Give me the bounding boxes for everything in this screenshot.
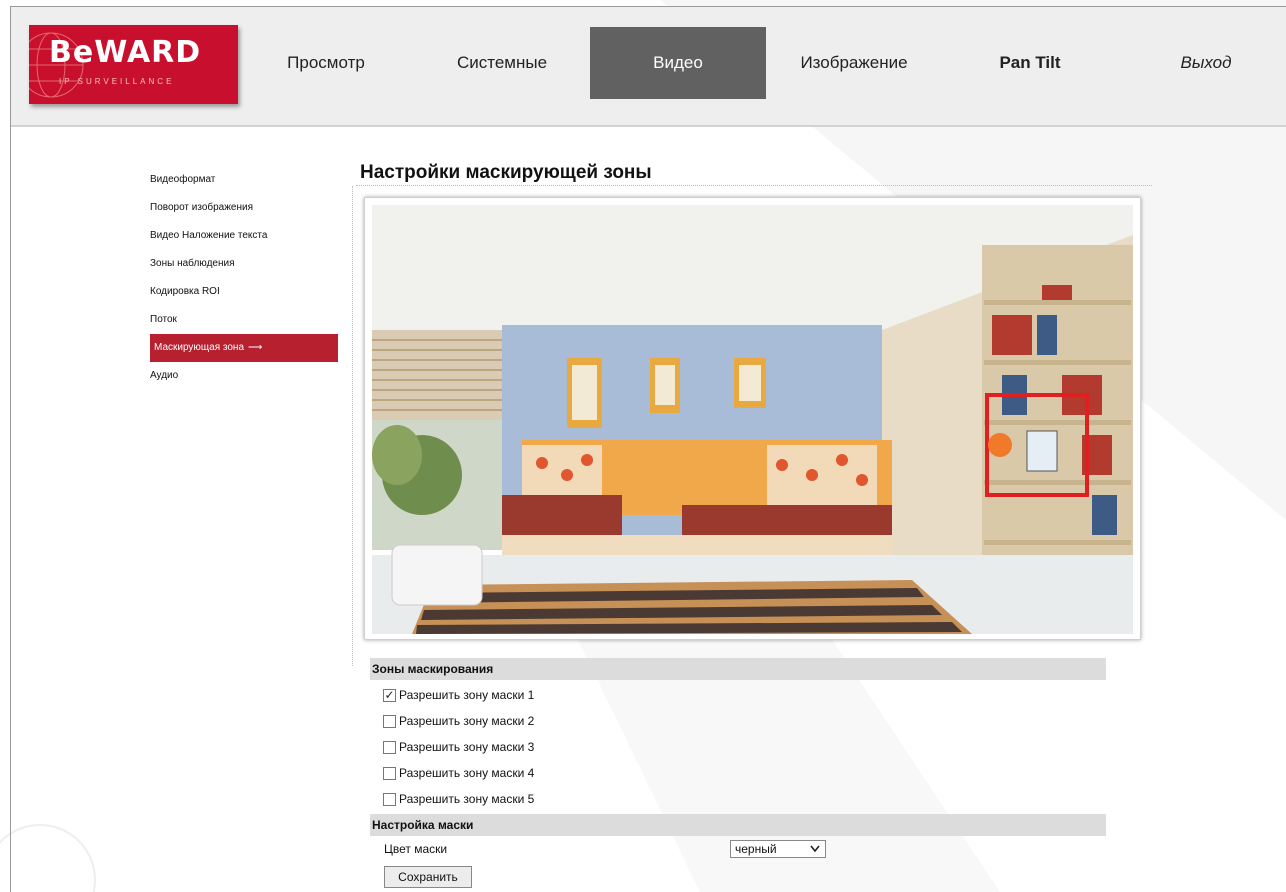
mask-color-value: черный [735,842,777,856]
zone-2-label: Разрешить зону маски 2 [399,714,535,728]
divider [356,185,1152,186]
zone-1-checkbox[interactable]: ✓ [383,688,396,702]
sidebar: Видеоформат Поворот изображения Видео На… [150,166,338,390]
sidebar-item-observation-zones[interactable]: Зоны наблюдения [150,250,338,278]
nav-tab-pan-tilt[interactable]: Pan Tilt [942,27,1118,99]
zone-row-2: Разрешить зону маски 2 [383,712,534,730]
nav-tab-image[interactable]: Изображение [766,27,942,99]
camera-preview[interactable] [364,197,1141,640]
logo-subtitle: IP SURVEILLANCE [59,77,175,86]
arrow-right-icon: ⟶ [248,342,263,353]
zone-3-label: Разрешить зону маски 3 [399,740,535,754]
sidebar-item-rotation[interactable]: Поворот изображения [150,194,338,222]
sidebar-item-stream[interactable]: Поток [150,306,338,334]
logo[interactable]: BeWARD IP SURVEILLANCE [29,25,238,104]
sidebar-item-text-overlay[interactable]: Видео Наложение текста [150,222,338,250]
page-title: Настройки маскирующей зоны [360,162,652,183]
logo-text: BeWARD [49,35,202,70]
zone-5-label: Разрешить зону маски 5 [399,792,535,806]
nav-tab-video[interactable]: Видео [590,27,766,99]
zone-4-label: Разрешить зону маски 4 [399,766,535,780]
main-nav: Просмотр Системные Видео Изображение Pan… [238,27,1286,99]
section-header-zones: Зоны маскирования [370,658,1106,680]
sidebar-item-roi-encoding[interactable]: Кодировка ROI [150,278,338,306]
zone-row-3: Разрешить зону маски 3 [383,738,534,756]
zone-row-4: Разрешить зону маски 4 [383,764,534,782]
sidebar-item-audio[interactable]: Аудио [150,362,338,390]
mask-color-select[interactable]: черный [730,840,826,858]
mask-color-label: Цвет маски [384,842,448,856]
sidebar-item-privacy-mask[interactable]: Маскирующая зона ⟶ [150,334,338,362]
camera-image [372,205,1133,634]
zone-row-5: Разрешить зону маски 5 [383,790,534,808]
zone-2-checkbox[interactable] [383,714,396,728]
zone-5-checkbox[interactable] [383,792,396,806]
chevron-down-icon [809,841,821,861]
divider [352,186,353,666]
save-button[interactable]: Сохранить [384,866,472,888]
zone-1-label: Разрешить зону маски 1 [399,688,535,702]
header: BeWARD IP SURVEILLANCE Просмотр Системны… [11,7,1286,127]
nav-tab-system[interactable]: Системные [414,27,590,99]
zone-row-1: ✓ Разрешить зону маски 1 [383,686,534,704]
zone-4-checkbox[interactable] [383,766,396,780]
nav-tab-logout[interactable]: Выход [1118,27,1286,99]
sidebar-item-label: Маскирующая зона [154,342,245,353]
zone-3-checkbox[interactable] [383,740,396,754]
section-header-mask: Настройка маски [370,814,1106,836]
sidebar-item-video-format[interactable]: Видеоформат [150,166,338,194]
nav-tab-view[interactable]: Просмотр [238,27,414,99]
